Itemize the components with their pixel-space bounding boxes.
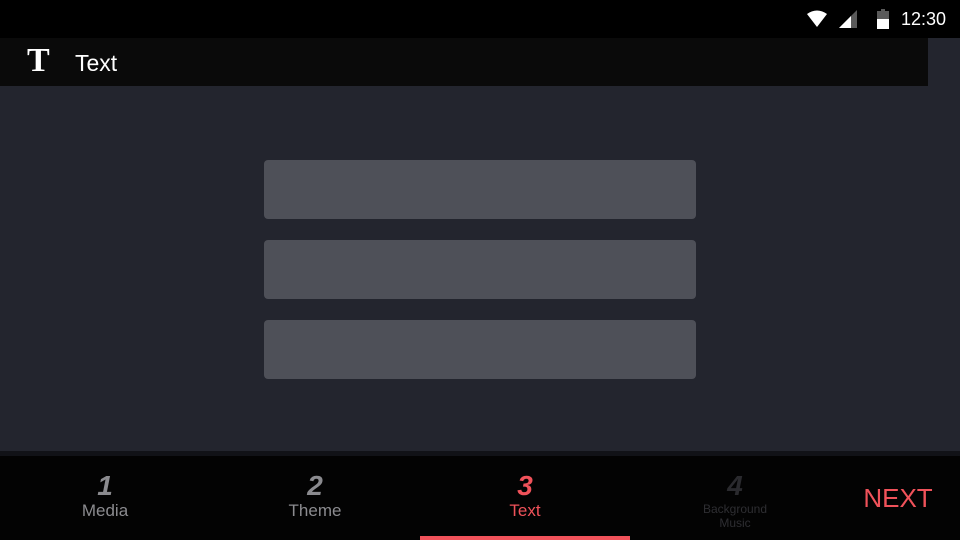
step-media[interactable]: 1 Media (0, 456, 210, 540)
step-theme[interactable]: 2 Theme (210, 456, 420, 540)
step-number: 1 (97, 470, 113, 501)
text-format-icon: T (27, 42, 50, 79)
step-number: 4 (727, 470, 743, 501)
step-label: Media (81, 501, 129, 520)
step-label: Text (509, 501, 541, 520)
text-field-2[interactable] (264, 240, 696, 299)
step-text[interactable]: 3 Text (420, 456, 630, 540)
app-bar: T Text (0, 38, 928, 86)
page-title: Text (75, 50, 118, 76)
status-clock: 12:30 (900, 8, 946, 29)
step-number: 2 (307, 470, 323, 501)
step-label: Theme (288, 501, 342, 520)
status-bar: 12:30 (0, 0, 960, 38)
next-button[interactable]: NEXT (850, 480, 946, 516)
cell-signal-icon (838, 10, 857, 28)
step-label: Background Music (702, 502, 768, 530)
step-background-music: 4 Background Music (630, 456, 840, 540)
window-edge (928, 38, 960, 86)
text-field-1[interactable] (264, 160, 696, 219)
battery-icon (876, 9, 889, 29)
step-navigation-bar: 1 Media 2 Theme 3 Text 4 Background Musi… (0, 456, 960, 540)
wifi-icon (806, 10, 827, 27)
status-icons: 12:30 (806, 8, 946, 30)
text-editor-panel (0, 86, 960, 451)
text-field-3[interactable] (264, 320, 696, 379)
active-step-indicator (420, 536, 630, 540)
step-number: 3 (517, 470, 533, 501)
